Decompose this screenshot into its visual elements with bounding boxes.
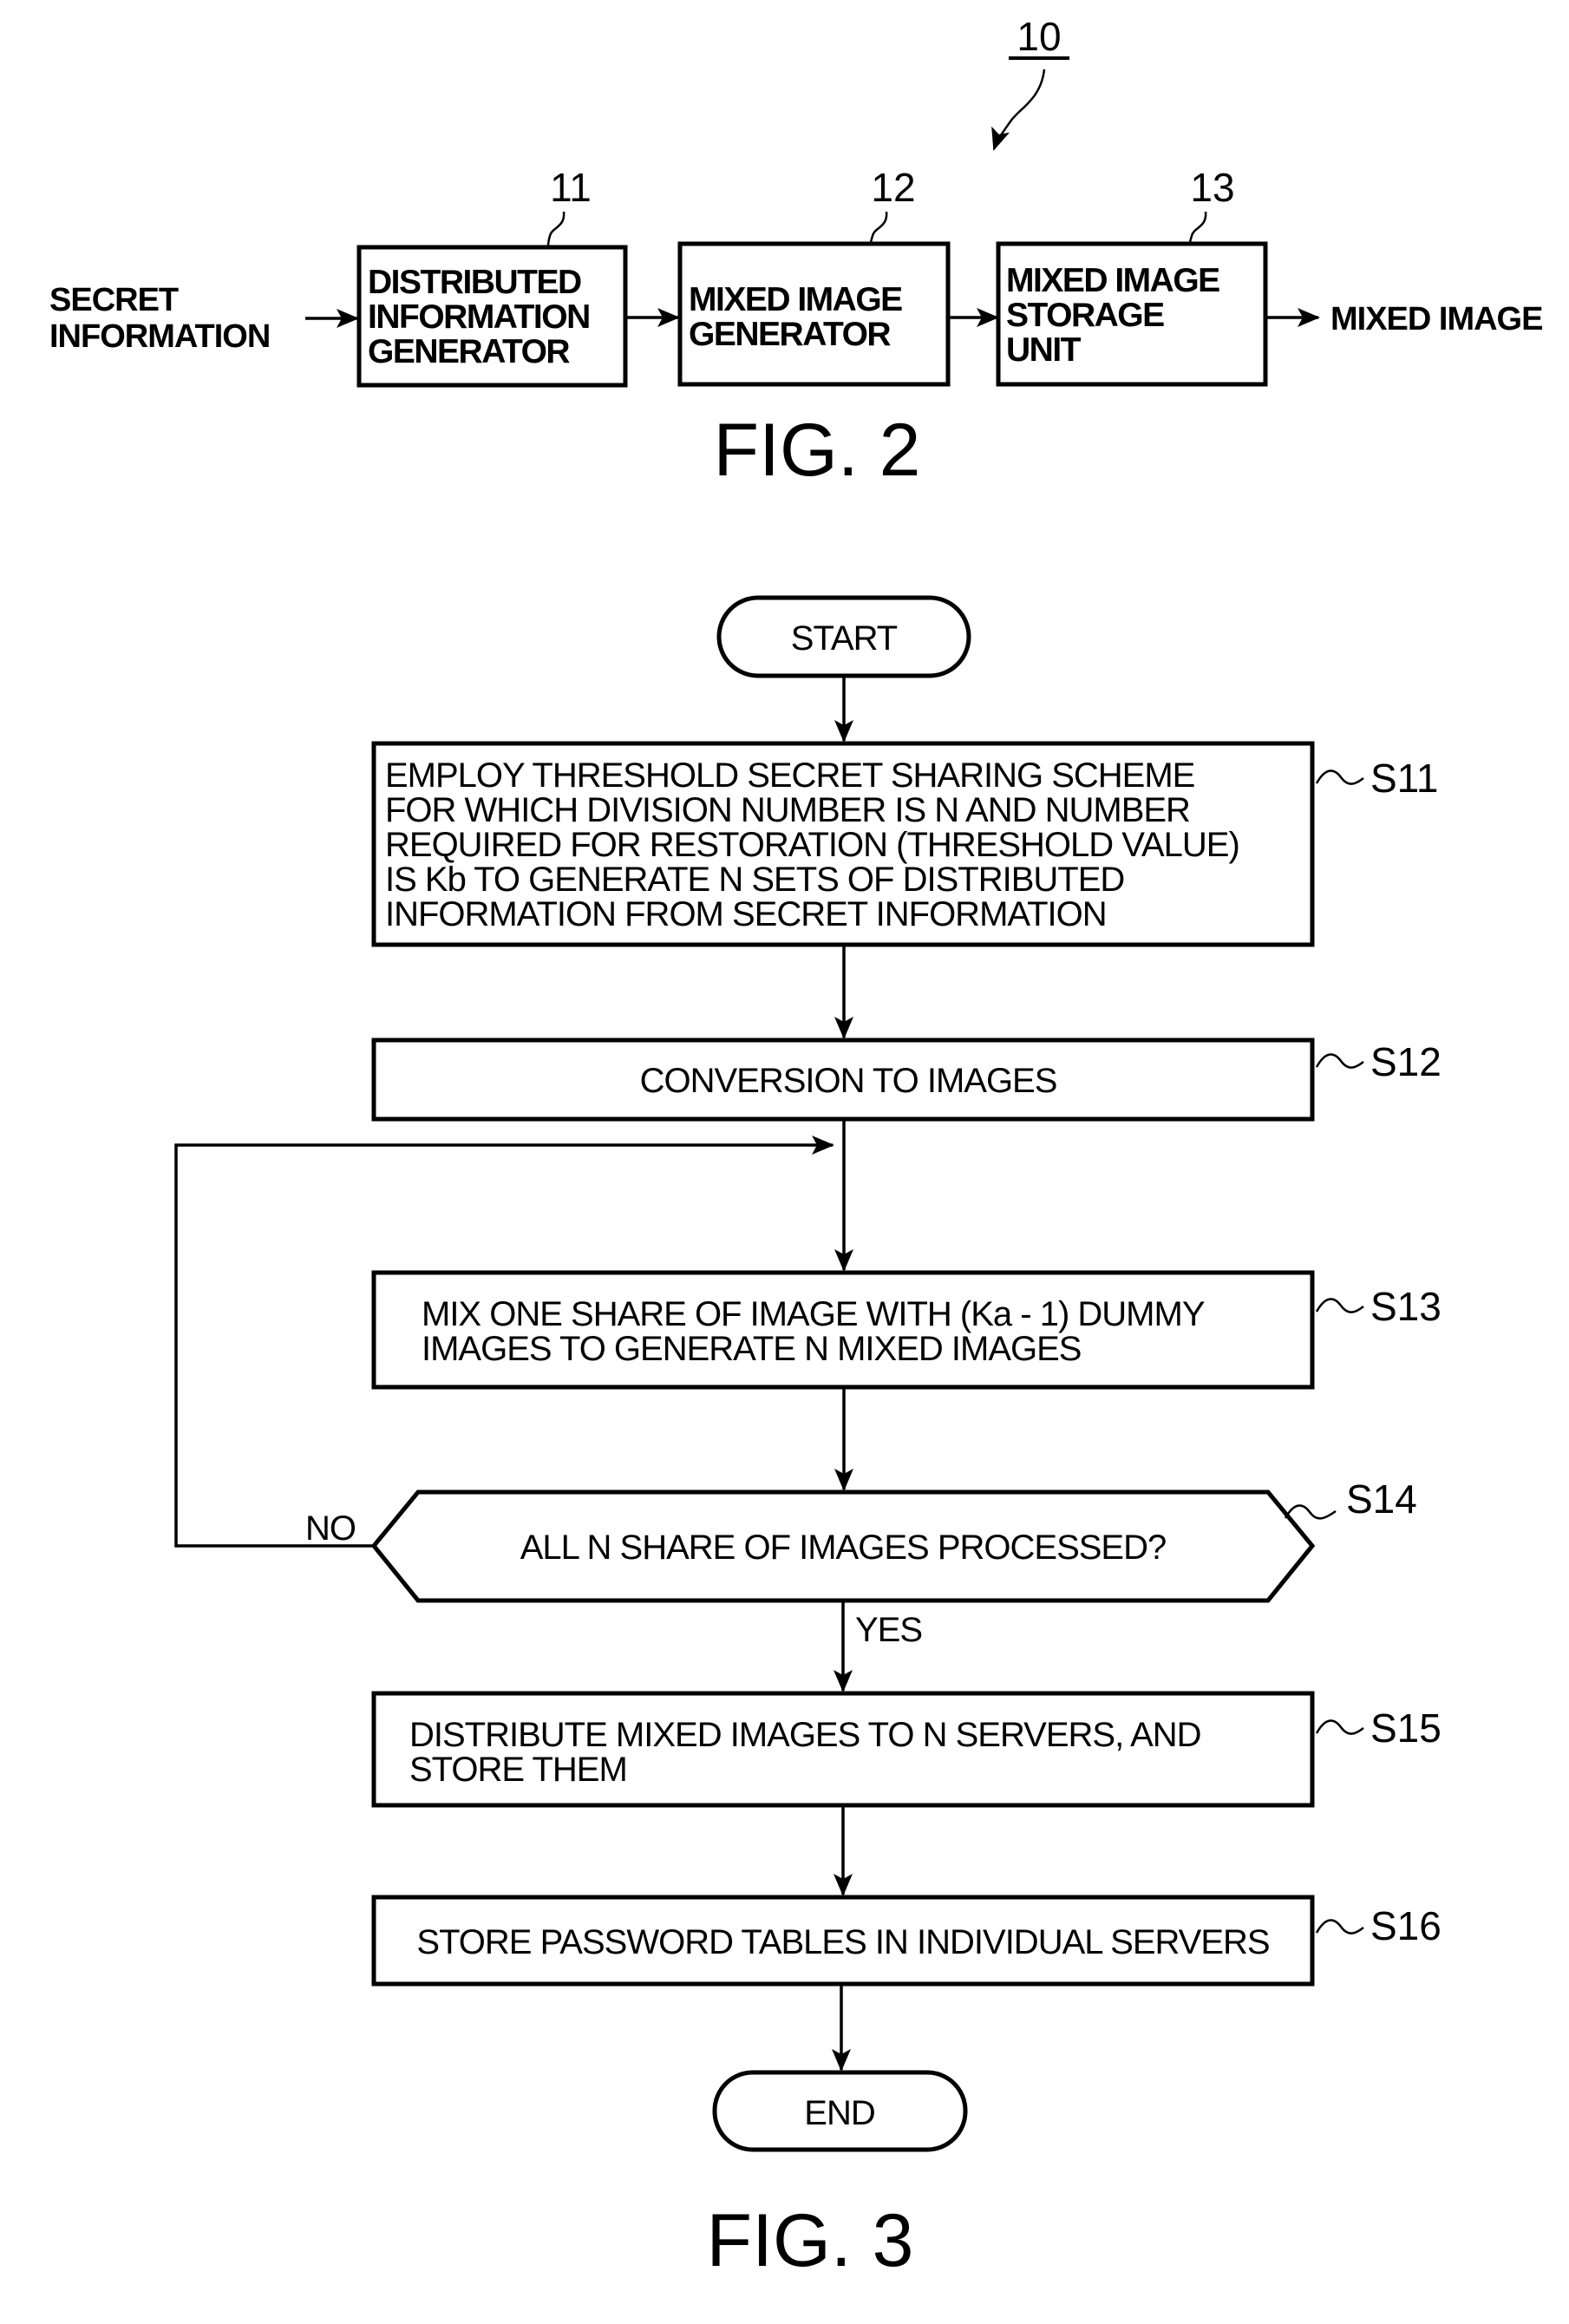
s13-line-1: MIX ONE SHARE OF IMAGE WITH (Ka - 1) DUM… [422,1295,1205,1333]
s13-step-id: S13 [1370,1284,1442,1329]
s16-step-id: S16 [1370,1903,1442,1948]
step-s11-box: EMPLOY THRESHOLD SECRET SHARING SCHEME F… [371,741,1315,947]
s12-step-leader [1315,1053,1364,1069]
assembly-ref-label: 10 [1017,14,1061,59]
fig3-caption: FIG. 3 [707,2199,914,2282]
block-distributed-information-generator: DISTRIBUTED INFORMATION GENERATOR [356,245,628,388]
block-11-ref-leader [546,211,565,248]
end-terminal: END [712,2070,968,2152]
block-12-line-1: MIXED IMAGE [689,281,902,318]
block-12-line-2: GENERATOR [689,316,891,353]
input-label-line-1: SECRET [49,282,179,318]
s11-step-leader [1315,769,1364,785]
s11-line-5: INFORMATION FROM SECRET INFORMATION [385,895,1107,933]
s14-line-1: ALL N SHARE OF IMAGES PROCESSED? [520,1529,1167,1567]
start-label: START [791,619,898,658]
step-s12-box: CONVERSION TO IMAGES [371,1038,1315,1122]
s11-line-2: FOR WHICH DIVISION NUMBER IS N AND NUMBE… [385,791,1190,829]
fig2-caption: FIG. 2 [714,409,921,492]
block-11-line-2: INFORMATION [368,298,590,336]
step-s15-box: DISTRIBUTE MIXED IMAGES TO N SERVERS, AN… [371,1691,1315,1808]
step-s14-decision: ALL N SHARE OF IMAGES PROCESSED? [370,1489,1316,1603]
s11-line-1: EMPLOY THRESHOLD SECRET SHARING SCHEME [385,756,1194,795]
assembly-ref-leader-arrow [991,69,1046,151]
block-13-ref-leader [1188,211,1207,245]
fig2-block-diagram: 10 SECRET INFORMATION DISTRIBUTED INFORM… [49,14,1543,492]
start-terminal: START [716,595,971,678]
s11-step-id: S11 [1370,756,1438,801]
s14-step-leader [1284,1504,1337,1520]
step-s16-box: STORE PASSWORD TABLES IN INDIVIDUAL SERV… [371,1895,1315,1987]
block-mixed-image-generator: MIXED IMAGE GENERATOR [677,241,951,387]
s13-step-leader [1315,1298,1364,1313]
block-mixed-image-storage-unit: MIXED IMAGE STORAGE UNIT [996,241,1268,387]
block-12-ref-leader [869,211,888,245]
block-13-line-3: UNIT [1006,331,1082,369]
decision-no-label: NO [305,1509,356,1548]
block-11-line-1: DISTRIBUTED [368,264,581,301]
s11-line-4: IS Kb TO GENERATE N SETS OF DISTRIBUTED [385,861,1124,899]
decision-yes-label: YES [855,1611,922,1649]
block-11-line-3: GENERATOR [368,333,570,370]
s12-line-1: CONVERSION TO IMAGES [640,1062,1057,1100]
fig3-flowchart: START EMPLOY THRESHOLD SECRET SHARING SC… [174,595,1442,2282]
s13-line-2: IMAGES TO GENERATE N MIXED IMAGES [422,1330,1081,1368]
input-label-line-2: INFORMATION [49,318,270,355]
s15-line-2: STORE THEM [409,1751,627,1789]
s11-line-3: REQUIRED FOR RESTORATION (THRESHOLD VALU… [385,826,1239,864]
s16-line-1: STORE PASSWORD TABLES IN INDIVIDUAL SERV… [416,1923,1269,1961]
block-13-ref: 13 [1190,165,1234,210]
s14-step-id: S14 [1346,1476,1417,1522]
s15-step-leader [1315,1719,1364,1735]
s15-step-id: S15 [1370,1705,1442,1751]
patent-drawing-sheet: 10 SECRET INFORMATION DISTRIBUTED INFORM… [49,14,1543,2282]
s12-step-id: S12 [1370,1039,1442,1084]
output-label: MIXED IMAGE [1330,301,1542,337]
step-s13-box: MIX ONE SHARE OF IMAGE WITH (Ka - 1) DUM… [371,1270,1315,1390]
block-11-ref: 11 [550,165,592,210]
block-13-line-2: STORAGE [1006,297,1164,334]
block-13-line-1: MIXED IMAGE [1006,262,1219,299]
end-label: END [804,2094,874,2132]
s16-step-leader [1315,1919,1364,1934]
s15-line-1: DISTRIBUTE MIXED IMAGES TO N SERVERS, AN… [409,1716,1201,1754]
block-12-ref: 12 [871,165,915,210]
